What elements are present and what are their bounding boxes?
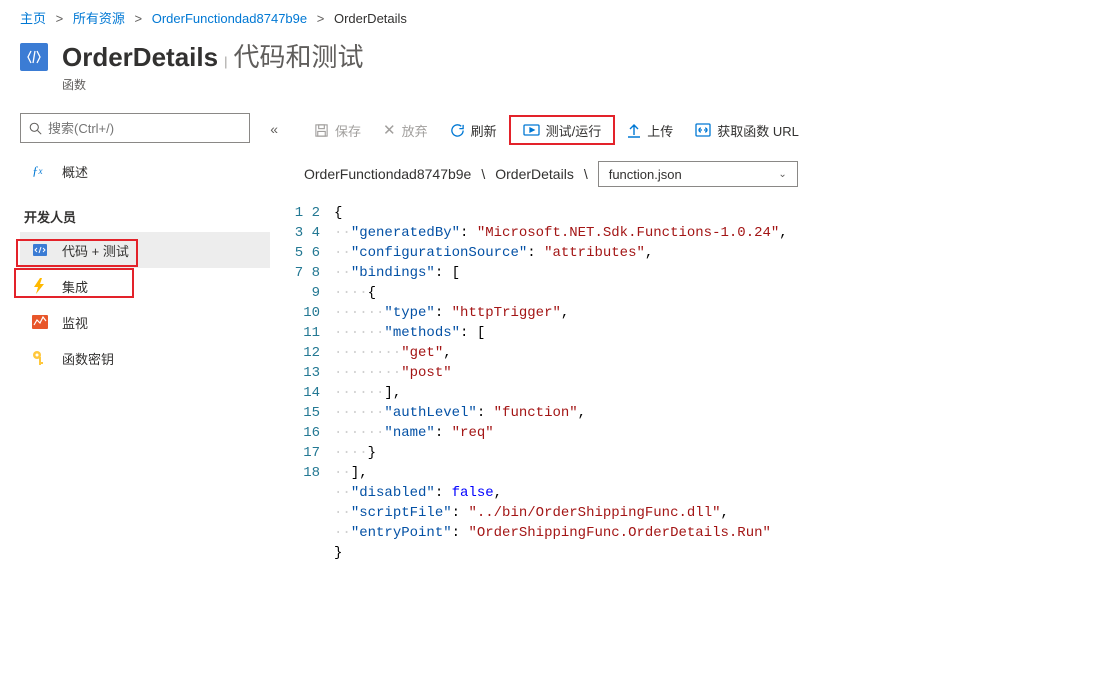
save-icon <box>314 123 329 138</box>
monitor-icon <box>32 315 50 329</box>
page-subtitle: 代码和测试 <box>233 42 363 72</box>
highlight-annotation <box>14 268 134 298</box>
code-editor[interactable]: 1 2 3 4 5 6 7 8 9 10 11 12 13 14 15 16 1… <box>290 199 1108 563</box>
search-input[interactable] <box>20 113 250 143</box>
get-url-button[interactable]: 获取函数 URL <box>685 114 809 146</box>
discard-button[interactable]: ✕ 放弃 <box>373 114 438 146</box>
line-gutter: 1 2 3 4 5 6 7 8 9 10 11 12 13 14 15 16 1… <box>290 203 334 563</box>
highlight-annotation: 测试/运行 <box>509 115 616 145</box>
chevron-right-icon: > <box>135 11 143 26</box>
upload-button[interactable]: 上传 <box>617 114 683 146</box>
search-field[interactable] <box>48 121 241 136</box>
code-content[interactable]: { ··"generatedBy": "Microsoft.NET.Sdk.Fu… <box>334 203 788 563</box>
path-separator: \ <box>481 166 485 182</box>
sidebar: « ƒx 概述 开发人员 代码 + 测试 集成 <box>0 107 290 679</box>
refresh-button[interactable]: 刷新 <box>440 114 507 146</box>
test-run-button[interactable]: 测试/运行 <box>519 114 606 146</box>
sidebar-item-keys[interactable]: 函数密钥 <box>20 340 270 376</box>
main-panel: 保存 ✕ 放弃 刷新 测试/运行 <box>290 107 1108 679</box>
sidebar-section-dev: 开发人员 <box>24 207 282 226</box>
sidebar-item-overview[interactable]: ƒx 概述 <box>20 153 270 189</box>
collapse-icon[interactable]: « <box>270 121 278 137</box>
breadcrumb-home[interactable]: 主页 <box>20 11 46 26</box>
toolbar-label: 放弃 <box>402 121 428 140</box>
toolbar-label: 保存 <box>335 121 361 140</box>
close-icon: ✕ <box>383 121 396 139</box>
search-icon <box>29 122 42 135</box>
breadcrumb: 主页 > 所有资源 > OrderFunctiondad8747b9e > Or… <box>0 0 1108 31</box>
key-icon <box>32 350 50 366</box>
toolbar-label: 测试/运行 <box>546 121 602 140</box>
function-icon <box>20 43 48 71</box>
path-segment: OrderDetails <box>495 166 574 182</box>
upload-icon <box>627 123 641 138</box>
function-small-icon: ƒx <box>32 163 50 179</box>
test-run-icon <box>523 124 540 136</box>
toolbar-label: 上传 <box>647 121 673 140</box>
link-icon <box>695 123 711 137</box>
highlight-annotation <box>16 239 138 267</box>
chevron-down-icon: ⌄ <box>778 169 786 180</box>
refresh-icon <box>450 123 465 138</box>
breadcrumb-function-app[interactable]: OrderFunctiondad8747b9e <box>152 11 307 26</box>
file-select-value: function.json <box>609 167 682 182</box>
path-bar: OrderFunctiondad8747b9e \ OrderDetails \… <box>290 153 1108 199</box>
sidebar-item-label: 概述 <box>62 162 88 181</box>
sidebar-item-label: 监视 <box>62 313 88 332</box>
path-separator: \ <box>584 166 588 182</box>
path-segment: OrderFunctiondad8747b9e <box>304 166 471 182</box>
breadcrumb-all-resources[interactable]: 所有资源 <box>73 11 125 26</box>
page-title: OrderDetails <box>62 42 218 72</box>
sidebar-item-monitor[interactable]: 监视 <box>20 304 270 340</box>
toolbar-label: 刷新 <box>471 121 497 140</box>
toolbar-label: 获取函数 URL <box>717 121 799 140</box>
toolbar: 保存 ✕ 放弃 刷新 测试/运行 <box>290 107 1108 153</box>
save-button[interactable]: 保存 <box>304 114 371 146</box>
file-select[interactable]: function.json ⌄ <box>598 161 798 187</box>
sidebar-item-label: 函数密钥 <box>62 349 114 368</box>
page-header: OrderDetails|代码和测试 函数 <box>0 31 1108 107</box>
chevron-right-icon: > <box>56 11 64 26</box>
resource-type: 函数 <box>62 76 363 93</box>
chevron-right-icon: > <box>317 11 325 26</box>
breadcrumb-current: OrderDetails <box>334 11 407 26</box>
